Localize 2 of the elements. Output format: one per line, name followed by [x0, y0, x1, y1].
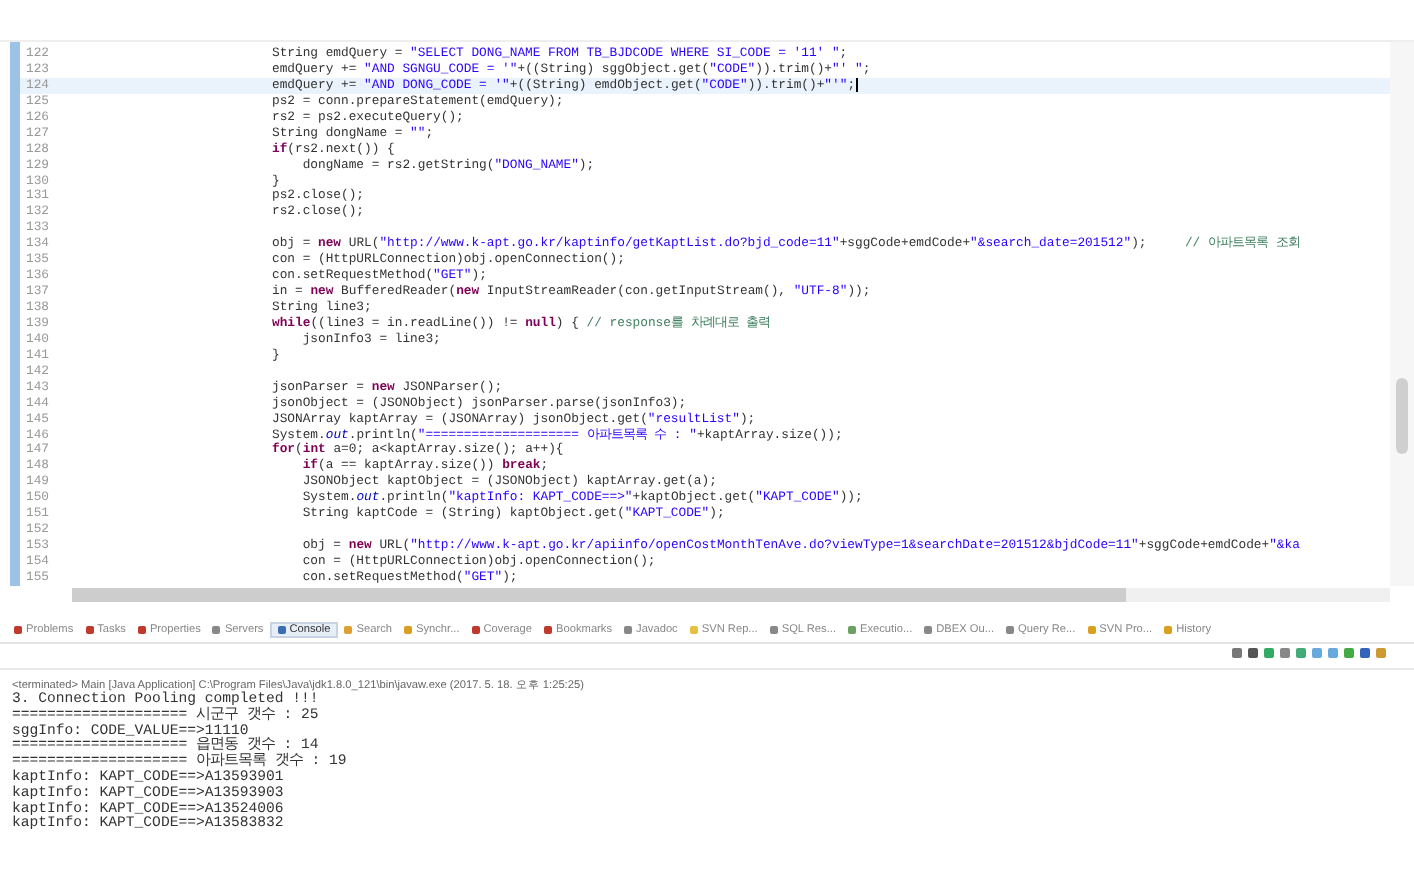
- scrollbar[interactable]: [72, 588, 1390, 602]
- scrollbar[interactable]: [1390, 42, 1414, 586]
